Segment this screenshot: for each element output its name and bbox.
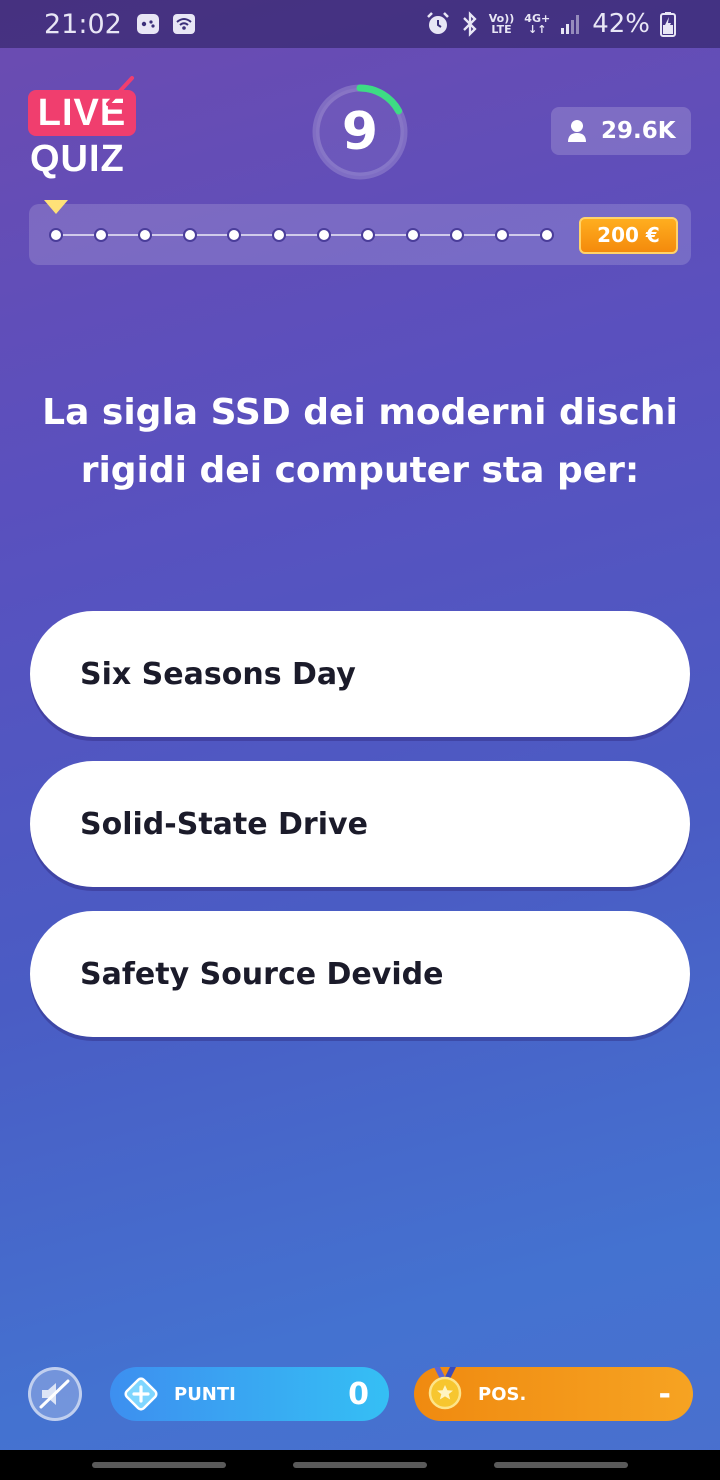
system-nav-bar <box>0 1450 720 1480</box>
answer-option-1[interactable]: Six Seasons Day <box>30 611 690 737</box>
prize-badge: 200 € <box>579 217 678 254</box>
progress-dot <box>93 228 108 242</box>
countdown-timer: 9 <box>310 82 410 182</box>
answer-label: Solid-State Drive <box>80 806 368 842</box>
battery-icon <box>660 11 676 37</box>
question-progress: 200 € <box>29 200 691 265</box>
speaker-muted-icon <box>39 1379 70 1409</box>
answer-label: Safety Source Devide <box>80 956 444 992</box>
nav-home-button[interactable] <box>293 1462 427 1468</box>
points-label: PUNTI <box>174 1383 236 1405</box>
progress-dot <box>138 228 153 242</box>
progress-dot <box>405 228 420 242</box>
battery-percent: 42% <box>592 9 650 39</box>
mute-button[interactable] <box>28 1367 82 1421</box>
viewer-count: 29.6K <box>601 118 676 144</box>
data-indicator: 4G+ ↓↑ <box>524 12 551 36</box>
progress-dot <box>49 228 63 242</box>
progress-dot <box>495 228 509 242</box>
points-value: 0 <box>348 1376 369 1412</box>
volte-indicator: Vo)) LTE <box>488 12 515 36</box>
viewer-count-badge: 29.6K <box>551 107 691 155</box>
alarm-icon <box>425 11 451 37</box>
question-text: La sigla SSD dei moderni dischi rigidi d… <box>42 392 678 491</box>
answer-label: Six Seasons Day <box>80 656 356 692</box>
progress-dot <box>450 228 465 242</box>
user-icon <box>568 120 586 142</box>
current-step-marker-icon <box>44 200 68 214</box>
medal-icon <box>426 1367 464 1413</box>
progress-dot <box>272 228 286 242</box>
signal-icon <box>560 13 582 35</box>
live-quiz-logo: LIVE QUIZ <box>28 76 148 184</box>
logo-check-icon <box>106 76 134 106</box>
position-value: - <box>658 1376 671 1412</box>
game-icon <box>136 13 160 35</box>
diamond-plus-icon <box>124 1377 158 1411</box>
timer-value: 9 <box>341 102 379 162</box>
progress-dot <box>227 228 242 242</box>
position-label: POS. <box>478 1383 527 1405</box>
answer-option-3[interactable]: Safety Source Devide <box>30 911 690 1037</box>
nav-recent-button[interactable] <box>92 1462 226 1468</box>
logo-quiz-text: QUIZ <box>30 138 125 180</box>
status-bar: 21:02 Vo)) LTE 4G+ ↓↑ 42% <box>0 0 720 48</box>
points-pill: PUNTI 0 <box>110 1367 389 1421</box>
progress-line <box>56 234 548 236</box>
position-pill: POS. - <box>414 1367 693 1421</box>
status-time: 21:02 <box>44 8 122 40</box>
answer-option-2[interactable]: Solid-State Drive <box>30 761 690 887</box>
progress-dot <box>182 228 197 242</box>
wifi-icon <box>172 13 196 35</box>
bluetooth-icon <box>461 11 479 37</box>
nav-back-button[interactable] <box>494 1462 628 1468</box>
progress-dot <box>361 228 376 242</box>
progress-dot <box>316 228 331 242</box>
progress-dot <box>539 228 554 242</box>
